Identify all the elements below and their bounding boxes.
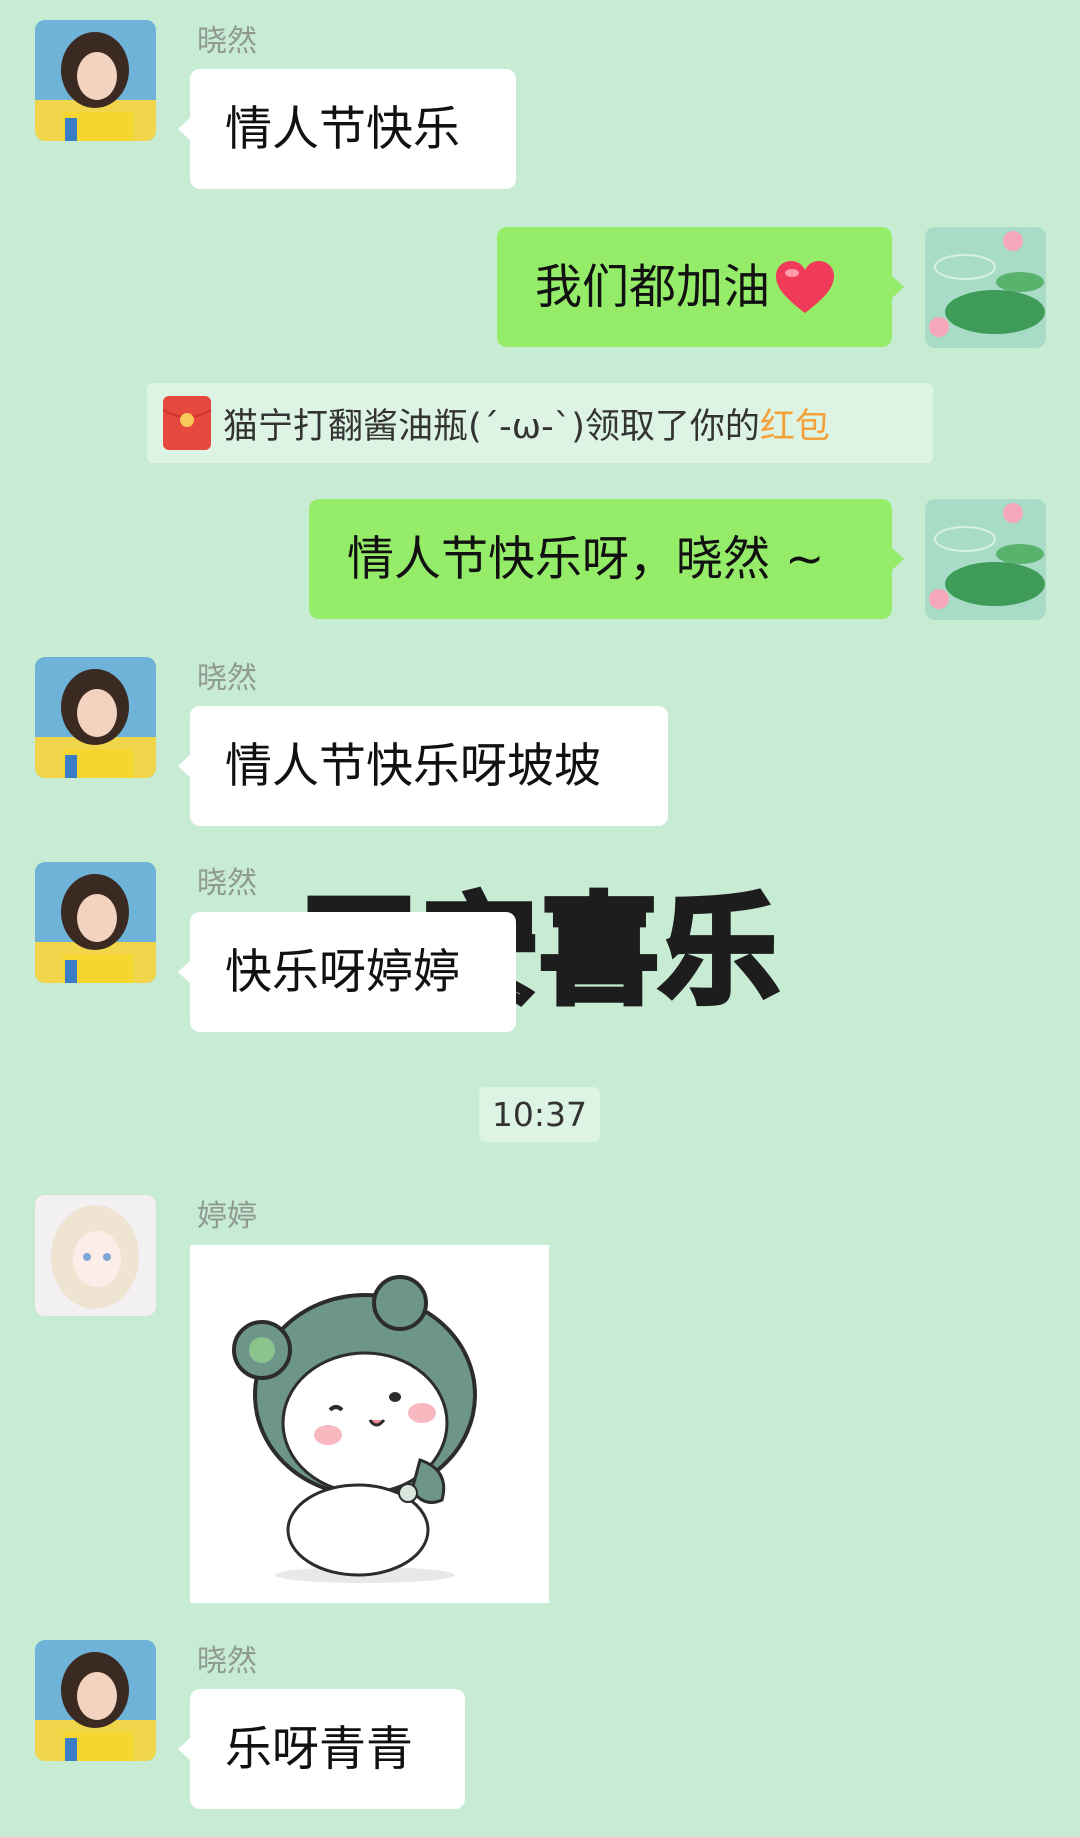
avatar-xiaoran[interactable]: [35, 657, 156, 778]
avatar-xiaoran[interactable]: [35, 1640, 156, 1761]
message-bubble[interactable]: 情人节快乐: [178, 69, 516, 189]
message-bubble[interactable]: 情人节快乐呀坡坡: [178, 706, 668, 826]
system-notice: 猫宁打翻酱油瓶(´-ω-`)领取了你的 红包: [147, 383, 933, 463]
message-bubble[interactable]: 快乐呀婷婷: [178, 912, 516, 1032]
red-packet-icon: [163, 396, 211, 450]
avatar-me[interactable]: [925, 499, 1046, 620]
red-packet-link[interactable]: 红包: [760, 398, 830, 449]
own-message-bubble[interactable]: 情人节快乐呀，晓然 ~: [309, 499, 904, 619]
message-text: 我们都加油: [535, 259, 770, 315]
message-text: 乐呀青青: [225, 1721, 413, 1777]
sender-name: 晓然: [197, 661, 257, 696]
sender-name: 婷婷: [197, 1199, 257, 1234]
sender-name: 晓然: [197, 1644, 257, 1679]
system-text: 猫宁打翻酱油瓶(´-ω-`)领取了你的: [223, 406, 760, 447]
anime-girl-icon: [35, 1195, 156, 1316]
lotus-pond-icon: [925, 499, 1046, 620]
lotus-pond-icon: [925, 227, 1046, 348]
timestamp: 10:37: [479, 1087, 600, 1142]
avatar-xiaoran[interactable]: [35, 862, 156, 983]
girl-portrait-icon: [35, 1640, 156, 1761]
message-text: 情人节快乐呀，晓然 ~: [347, 531, 825, 587]
girl-portrait-icon: [35, 657, 156, 778]
message-bubble[interactable]: 乐呀青青: [178, 1689, 465, 1809]
own-message-bubble[interactable]: 我们都加油: [497, 227, 904, 347]
sticker-image[interactable]: [190, 1245, 549, 1603]
message-text: 情人节快乐: [225, 101, 460, 157]
avatar-tingting[interactable]: [35, 1195, 156, 1316]
heart-emoji-icon: [776, 261, 834, 313]
sender-name: 晓然: [197, 866, 257, 901]
avatar-me[interactable]: [925, 227, 1046, 348]
avatar-xiaoran[interactable]: [35, 20, 156, 141]
girl-portrait-icon: [35, 20, 156, 141]
sender-name: 晓然: [197, 24, 257, 59]
panda-dinosaur-sticker-icon: [232, 1275, 477, 1583]
message-text: 情人节快乐呀坡坡: [225, 738, 601, 794]
girl-portrait-icon: [35, 862, 156, 983]
message-text: 快乐呀婷婷: [225, 944, 460, 1000]
